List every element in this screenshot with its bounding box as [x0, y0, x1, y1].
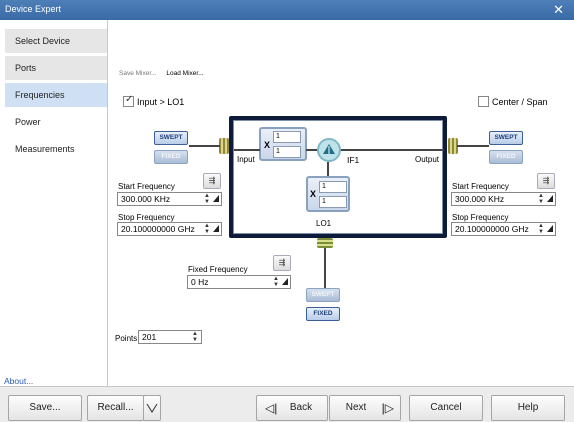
menu-triangle-icon[interactable]	[282, 278, 288, 285]
close-icon[interactable]: ✕	[553, 2, 564, 18]
about-link[interactable]: About...	[4, 376, 33, 386]
lo-multiplier-box: X 1 1	[306, 176, 350, 212]
cancel-button[interactable]: Cancel	[409, 395, 483, 421]
mixer-input-label: Input	[237, 155, 255, 164]
points-label: Points	[115, 334, 138, 343]
mixer-diagram-canvas: X 1 1 Input IF1 Output X 1 1 LO1	[233, 120, 444, 234]
menu-triangle-icon[interactable]	[547, 195, 553, 202]
multiply-icon: X	[310, 189, 317, 199]
output-stop-value: 20.100000000 GHz	[455, 224, 529, 234]
mixer-symbol-icon	[317, 138, 341, 162]
footer-bar: Save... Recall... ◁| Back Next |▷ Cancel…	[0, 386, 574, 422]
sidebar-item-power[interactable]: Power	[5, 110, 107, 134]
next-button[interactable]: Next |▷	[329, 395, 401, 421]
back-button[interactable]: ◁| Back	[256, 395, 328, 421]
save-button[interactable]: Save...	[8, 395, 82, 421]
points-value: 201	[142, 332, 157, 342]
lo-port-connector	[317, 238, 333, 248]
lo-fixed-frequency-field[interactable]: 0 Hz ▲ ▼	[187, 275, 291, 289]
output-stop-field[interactable]: 20.100000000 GHz ▲ ▼	[451, 222, 556, 236]
mixer-file-links: Save Mixer... Load Mixer...	[119, 70, 212, 77]
input-stop-field[interactable]: 20.100000000 GHz ▲ ▼	[117, 222, 222, 236]
output-start-value: 300.000 KHz	[455, 194, 505, 204]
output-swept-button[interactable]: SWEPT	[489, 131, 523, 145]
lo-wire	[324, 248, 326, 288]
lo-multiplier-denominator[interactable]: 1	[319, 196, 347, 208]
recall-button[interactable]: Recall...	[87, 395, 144, 421]
input-gt-lo1-label: Input > LO1	[137, 96, 185, 107]
input-gt-lo1-option[interactable]: Input > LO1	[123, 94, 185, 107]
input-stop-label: Stop Frequency	[118, 213, 175, 222]
lo1-label: LO1	[316, 219, 332, 228]
window-title: Device Expert	[5, 4, 62, 14]
spin-arrows-icon[interactable]: ▲ ▼	[538, 193, 544, 205]
spin-arrows-icon[interactable]: ▲ ▼	[204, 223, 210, 235]
input-wire	[189, 145, 220, 147]
spin-arrows-icon[interactable]: ▲ ▼	[538, 223, 544, 235]
sidebar-item-ports[interactable]: Ports	[5, 56, 107, 80]
menu-triangle-icon[interactable]	[547, 225, 553, 232]
input-port-connector	[219, 138, 229, 154]
title-bar: Device Expert ✕	[0, 0, 574, 20]
center-span-option[interactable]: Center / Span	[478, 96, 548, 107]
spin-arrows-icon[interactable]: ▲ ▼	[192, 331, 198, 343]
lo-fixed-button[interactable]: FIXED	[306, 307, 340, 321]
lo-settings-button[interactable]: ⇶	[273, 255, 291, 271]
input-multiplier-box: X 1 1	[259, 127, 307, 161]
output-stop-label: Stop Frequency	[452, 213, 509, 222]
load-mixer-link[interactable]: Load Mixer...	[166, 70, 203, 77]
output-wire	[457, 145, 489, 147]
next-arrow-icon: |▷	[381, 401, 394, 415]
input-start-value: 300.000 KHz	[121, 194, 171, 204]
center-span-checkbox[interactable]	[478, 96, 489, 107]
points-field[interactable]: 201 ▲ ▼	[138, 330, 202, 344]
spin-arrows-icon[interactable]: ▲ ▼	[204, 193, 210, 205]
save-mixer-link[interactable]: Save Mixer...	[119, 70, 157, 77]
help-button[interactable]: Help	[491, 395, 565, 421]
input-multiplier-denominator[interactable]: 1	[273, 146, 301, 158]
input-start-field[interactable]: 300.000 KHz ▲ ▼	[117, 192, 222, 206]
input-internal-wire	[234, 149, 260, 151]
input-fixed-button[interactable]: FIXED	[154, 150, 188, 164]
sidebar-item-select-device[interactable]: Select Device	[5, 29, 107, 53]
output-start-field[interactable]: 300.000 KHz ▲ ▼	[451, 192, 556, 206]
multiply-icon: X	[264, 140, 271, 150]
next-label: Next	[345, 402, 367, 413]
lo-swept-button[interactable]: SWEPT	[306, 288, 340, 302]
input-start-label: Start Frequency	[118, 182, 175, 191]
input-stop-value: 20.100000000 GHz	[121, 224, 195, 234]
input-swept-button[interactable]: SWEPT	[154, 131, 188, 145]
sidebar-item-measurements[interactable]: Measurements	[5, 137, 107, 161]
lo-fixed-frequency-label: Fixed Frequency	[188, 265, 248, 274]
input-gt-lo1-checkbox[interactable]	[123, 94, 134, 107]
mixer-diagram: X 1 1 Input IF1 Output X 1 1 LO1	[229, 116, 447, 238]
sidebar-item-frequencies[interactable]: Frequencies	[5, 83, 107, 107]
lo-fixed-frequency-value: 0 Hz	[191, 277, 209, 287]
if1-label: IF1	[347, 155, 360, 165]
sidebar: Select Device Ports Frequencies Power Me…	[0, 20, 108, 386]
recall-dropdown-button[interactable]	[143, 395, 161, 421]
input-multiplier-numerator[interactable]: 1	[273, 131, 301, 143]
mixer-output-label: Output	[415, 155, 440, 164]
menu-triangle-icon[interactable]	[213, 225, 219, 232]
output-settings-button[interactable]: ⇶	[537, 173, 555, 189]
output-start-label: Start Frequency	[452, 182, 509, 191]
back-label: Back	[289, 402, 313, 413]
chevron-down-icon	[146, 403, 158, 413]
input-settings-button[interactable]: ⇶	[203, 173, 221, 189]
output-fixed-button[interactable]: FIXED	[489, 150, 523, 164]
lo-multiplier-numerator[interactable]: 1	[319, 181, 347, 193]
center-span-label: Center / Span	[492, 96, 548, 107]
back-arrow-icon: ◁|	[265, 401, 278, 415]
spin-arrows-icon[interactable]: ▲ ▼	[273, 276, 279, 288]
lo-to-mixer-wire	[327, 162, 329, 176]
menu-triangle-icon[interactable]	[213, 195, 219, 202]
